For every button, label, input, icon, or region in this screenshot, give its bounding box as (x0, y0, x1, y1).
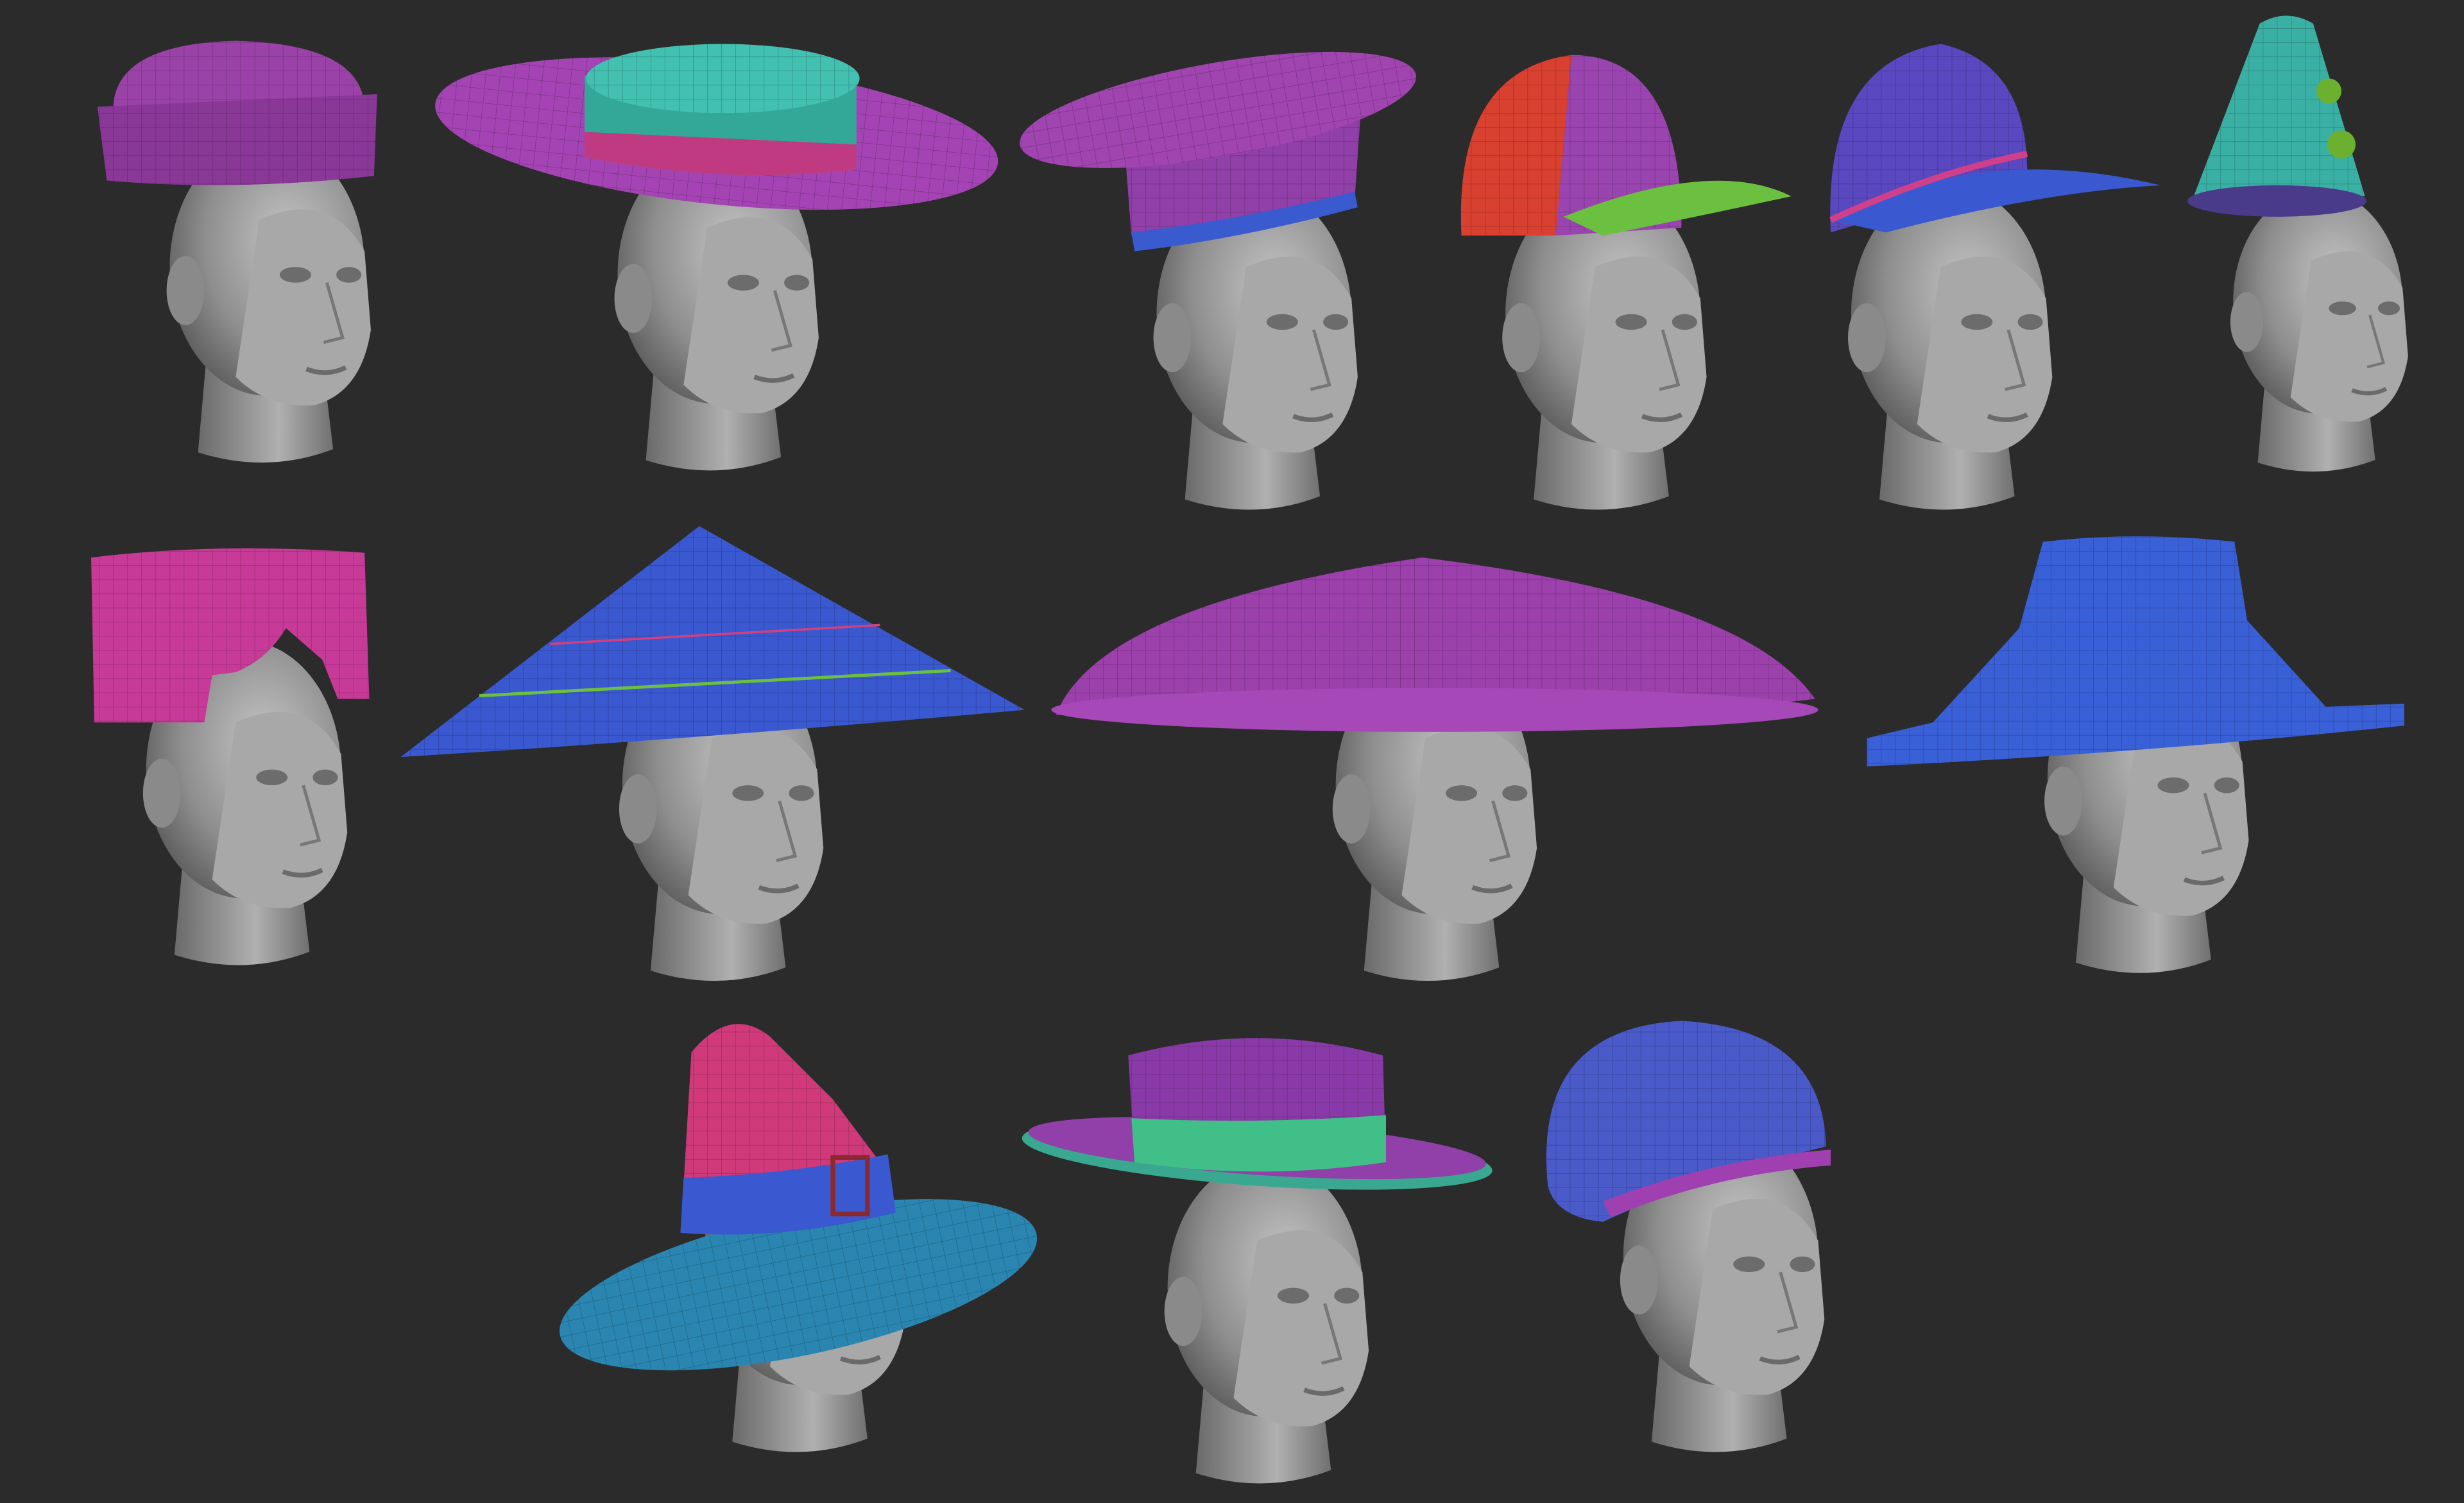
hat-gallery-render (0, 0, 2464, 1503)
